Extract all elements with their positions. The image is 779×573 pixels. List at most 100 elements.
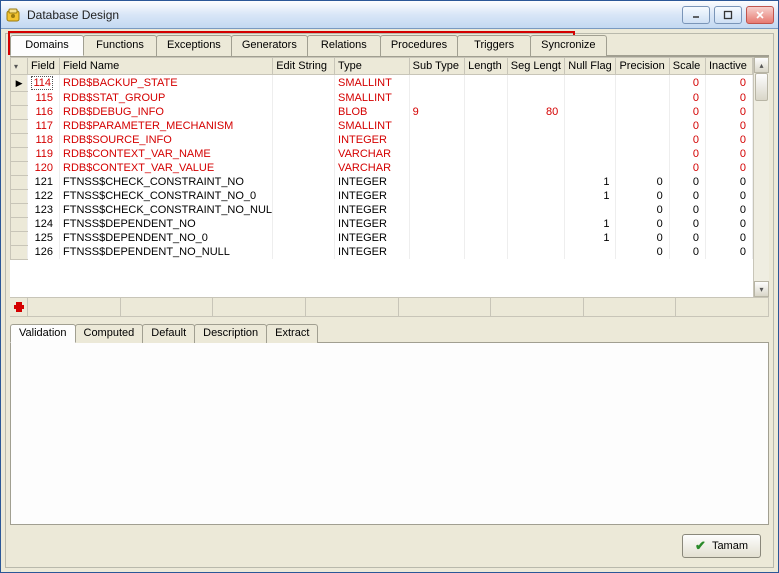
- scroll-track[interactable]: [754, 73, 769, 281]
- subtab-default[interactable]: Default: [142, 324, 195, 343]
- cell-type: SMALLINT: [335, 119, 410, 133]
- cell-name: FTNSS$DEPENDENT_NO_0: [60, 231, 273, 245]
- scroll-down-button[interactable]: ▾: [754, 281, 769, 297]
- col-indicator[interactable]: ▾: [11, 58, 28, 75]
- cell-null: 1: [565, 217, 616, 231]
- row-indicator: [11, 161, 28, 175]
- minimize-button[interactable]: [682, 6, 710, 24]
- cell-len: [465, 75, 508, 92]
- scroll-up-button[interactable]: ▴: [754, 57, 769, 73]
- col-type[interactable]: Type: [335, 58, 410, 75]
- cell-sub: [409, 217, 464, 231]
- tab-relations[interactable]: Relations: [307, 35, 381, 56]
- tab-domains[interactable]: Domains: [10, 35, 84, 56]
- cell-prec: 0: [616, 245, 669, 259]
- col-edit[interactable]: Edit String: [273, 58, 335, 75]
- cell-sub: [409, 175, 464, 189]
- cell-name: RDB$SOURCE_INFO: [60, 133, 273, 147]
- cell-edit: [273, 175, 335, 189]
- cell-inact: 0: [706, 245, 753, 259]
- subtab-validation[interactable]: Validation: [10, 324, 76, 343]
- col-scale[interactable]: Scale: [669, 58, 705, 75]
- grid-header-row: ▾ Field Field Name Edit String Type Sub …: [11, 58, 753, 75]
- cell-edit: [273, 203, 335, 217]
- col-null[interactable]: Null Flag: [565, 58, 616, 75]
- cell-type: INTEGER: [335, 133, 410, 147]
- col-name[interactable]: Field Name: [60, 58, 273, 75]
- subtab-description[interactable]: Description: [194, 324, 267, 343]
- cell-inact: 0: [706, 105, 753, 119]
- close-button[interactable]: [746, 6, 774, 24]
- app-icon: [5, 7, 21, 23]
- cell-seg: [507, 175, 565, 189]
- col-inact[interactable]: Inactive: [706, 58, 753, 75]
- table-row[interactable]: 122FTNSS$CHECK_CONSTRAINT_NO_0INTEGER100…: [11, 189, 753, 203]
- table-row[interactable]: 124FTNSS$DEPENDENT_NOINTEGER1000: [11, 217, 753, 231]
- cell-scale: 0: [669, 189, 705, 203]
- cell-edit: [273, 189, 335, 203]
- cell-sub: [409, 203, 464, 217]
- table-row[interactable]: 120RDB$CONTEXT_VAR_VALUEVARCHAR00: [11, 161, 753, 175]
- cell-prec: 0: [616, 203, 669, 217]
- table-row[interactable]: 121FTNSS$CHECK_CONSTRAINT_NOINTEGER1000: [11, 175, 753, 189]
- cell-inact: 0: [706, 189, 753, 203]
- cell-inact: 0: [706, 91, 753, 105]
- domains-grid[interactable]: ▾ Field Field Name Edit String Type Sub …: [10, 57, 753, 260]
- detail-pane[interactable]: [10, 343, 769, 525]
- subtab-computed[interactable]: Computed: [75, 324, 144, 343]
- cell-name: FTNSS$DEPENDENT_NO_NULL: [60, 245, 273, 259]
- footer: ✔ Tamam: [10, 529, 769, 563]
- col-sub[interactable]: Sub Type: [409, 58, 464, 75]
- cell-sub: [409, 133, 464, 147]
- nav-marker-icon[interactable]: [10, 298, 28, 316]
- table-row[interactable]: 115RDB$STAT_GROUPSMALLINT00: [11, 91, 753, 105]
- row-indicator: [11, 203, 28, 217]
- tab-functions[interactable]: Functions: [83, 35, 157, 56]
- scroll-thumb[interactable]: [755, 73, 768, 101]
- cell-len: [465, 161, 508, 175]
- cell-scale: 0: [669, 147, 705, 161]
- tab-exceptions[interactable]: Exceptions: [156, 35, 232, 56]
- cell-null: [565, 147, 616, 161]
- tab-procedures[interactable]: Procedures: [380, 35, 458, 56]
- table-row[interactable]: 125FTNSS$DEPENDENT_NO_0INTEGER1000: [11, 231, 753, 245]
- detail-tabstrip: ValidationComputedDefaultDescriptionExtr…: [10, 323, 769, 343]
- ok-button[interactable]: ✔ Tamam: [682, 534, 761, 558]
- cell-prec: [616, 119, 669, 133]
- tab-generators[interactable]: Generators: [231, 35, 308, 56]
- subtab-extract[interactable]: Extract: [266, 324, 318, 343]
- table-row[interactable]: 126FTNSS$DEPENDENT_NO_NULLINTEGER000: [11, 245, 753, 259]
- cell-prec: 0: [616, 217, 669, 231]
- tab-syncronize[interactable]: Syncronize: [530, 35, 606, 56]
- cell-name: FTNSS$CHECK_CONSTRAINT_NO: [60, 175, 273, 189]
- cell-null: 1: [565, 189, 616, 203]
- cell-field: 123: [28, 203, 60, 217]
- row-indicator: [11, 105, 28, 119]
- cell-scale: 0: [669, 175, 705, 189]
- titlebar[interactable]: Database Design: [1, 1, 778, 29]
- cell-len: [465, 91, 508, 105]
- col-field[interactable]: Field: [28, 58, 60, 75]
- cell-prec: [616, 105, 669, 119]
- cell-inact: 0: [706, 147, 753, 161]
- cell-type: SMALLINT: [335, 75, 410, 92]
- maximize-button[interactable]: [714, 6, 742, 24]
- tab-triggers[interactable]: Triggers: [457, 35, 531, 56]
- cell-field: 121: [28, 175, 60, 189]
- col-seg[interactable]: Seg Lengt: [507, 58, 565, 75]
- col-prec[interactable]: Precision: [616, 58, 669, 75]
- cell-inact: 0: [706, 175, 753, 189]
- table-row[interactable]: 117RDB$PARAMETER_MECHANISMSMALLINT00: [11, 119, 753, 133]
- cell-inact: 0: [706, 203, 753, 217]
- table-row[interactable]: 119RDB$CONTEXT_VAR_NAMEVARCHAR00: [11, 147, 753, 161]
- table-row[interactable]: 118RDB$SOURCE_INFOINTEGER00: [11, 133, 753, 147]
- table-row[interactable]: 116RDB$DEBUG_INFOBLOB98000: [11, 105, 753, 119]
- cell-len: [465, 105, 508, 119]
- cell-scale: 0: [669, 75, 705, 92]
- col-len[interactable]: Length: [465, 58, 508, 75]
- table-row[interactable]: 123FTNSS$CHECK_CONSTRAINT_NO_NULLINTEGER…: [11, 203, 753, 217]
- grid-navigator[interactable]: [10, 297, 769, 317]
- cell-sub: [409, 91, 464, 105]
- vertical-scrollbar[interactable]: ▴ ▾: [753, 57, 769, 297]
- table-row[interactable]: ▶114RDB$BACKUP_STATESMALLINT00: [11, 75, 753, 92]
